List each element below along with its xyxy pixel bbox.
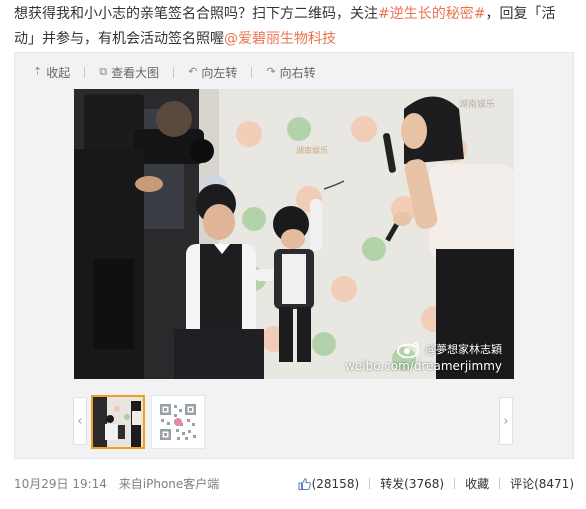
action-divider <box>369 478 371 489</box>
collapse-arrow-icon: ⇡ <box>33 65 43 78</box>
hashtag-link[interactable]: #逆生长的秘密# <box>378 6 485 22</box>
comment-button[interactable]: 评论 (8471) <box>510 475 574 492</box>
qr-code-icon <box>152 396 204 448</box>
rotate-right-icon: ↷ <box>266 65 276 78</box>
like-button[interactable]: (28158) <box>298 476 360 491</box>
source-client-link[interactable]: iPhone客户端 <box>143 477 220 491</box>
source-from-label: 来自 <box>118 477 143 491</box>
comment-count: (8471) <box>534 476 574 491</box>
watermark-name: @夢想家林志穎 <box>425 343 502 356</box>
repost-count: (3768) <box>404 476 445 491</box>
photo-illustration: 湖南娱乐 湖南娱乐 <box>74 89 514 379</box>
photo-watermark: @夢想家林志穎 weibo.com/dreamerjimmy <box>345 340 502 373</box>
repost-label: 转发 <box>380 477 405 491</box>
post-timestamp-link[interactable]: 10月29日 19:14 <box>14 477 107 491</box>
rotate-left-button[interactable]: ↶ 向左转 <box>188 64 237 81</box>
like-count: (28158) <box>311 476 360 491</box>
media-panel: ⇡ 收起 ⧉ 查看大图 ↶ 向左转 ↷ 向右转 湖南娱乐 湖南娱乐 @夢想家林志… <box>14 52 574 459</box>
rotate-right-button[interactable]: ↷ 向右转 <box>266 64 315 81</box>
post-actions: (28158) 转发 (3768) 收藏 评论 (8471) <box>298 475 574 492</box>
thumbnail-photo-selected[interactable] <box>91 395 145 449</box>
view-large-label: 查看大图 <box>111 65 160 80</box>
post-text-part-1: 想获得我和小小志的亲笔签名合照吗？扫下方二维码，关注 <box>14 6 378 22</box>
post-meta: 10月29日 19:14 来自iPhone客户端 <box>14 475 219 492</box>
toolbar-divider <box>84 66 86 78</box>
weibo-eye-icon <box>397 342 419 358</box>
main-photo[interactable]: 湖南娱乐 湖南娱乐 @夢想家林志穎 weibo.com/dreamerjimmy <box>74 89 514 379</box>
repost-button[interactable]: 转发 (3768) <box>380 475 444 492</box>
backdrop-logo-text-2: 湖南娱乐 <box>459 98 495 110</box>
collapse-label: 收起 <box>46 65 71 80</box>
like-thumb-icon <box>298 477 311 490</box>
action-divider <box>499 478 501 489</box>
prev-image-button[interactable]: ‹ <box>73 397 87 445</box>
post-text: 想获得我和小小志的亲笔签名合照吗？扫下方二维码，关注#逆生长的秘密#，回复「活 … <box>14 2 574 52</box>
thumbnail-qr-code[interactable] <box>151 395 205 449</box>
post-text-part-2: ，回复「活 <box>485 6 556 22</box>
collapse-button[interactable]: ⇡ 收起 <box>33 64 70 81</box>
watermark-url: weibo.com/dreamerjimmy <box>345 359 502 373</box>
media-toolbar: ⇡ 收起 ⧉ 查看大图 ↶ 向左转 ↷ 向右转 <box>33 61 330 83</box>
rotate-left-label: 向左转 <box>201 65 238 80</box>
backdrop-logo-text: 湖南娱乐 <box>296 145 328 155</box>
action-divider <box>454 478 456 489</box>
toolbar-divider <box>251 66 253 78</box>
mention-link[interactable]: @爱碧丽生物科技 <box>224 31 336 47</box>
toolbar-divider <box>173 66 175 78</box>
post-footer: 10月29日 19:14 来自iPhone客户端 (28158) 转发 (3768… <box>14 472 574 494</box>
rotate-right-label: 向右转 <box>279 65 316 80</box>
comment-label: 评论 <box>510 477 535 491</box>
thumbnail-photo-image <box>93 397 143 447</box>
favorite-label: 收藏 <box>465 477 490 491</box>
post-text-part-3: 动」并参与，有机会活动签名照喔 <box>14 31 224 47</box>
favorite-button[interactable]: 收藏 <box>465 475 489 492</box>
view-large-button[interactable]: ⧉ 查看大图 <box>99 64 159 81</box>
view-large-icon: ⧉ <box>99 65 108 78</box>
rotate-left-icon: ↶ <box>188 65 198 78</box>
thumbnail-strip: ‹ › <box>15 393 573 451</box>
next-image-button[interactable]: › <box>499 397 513 445</box>
